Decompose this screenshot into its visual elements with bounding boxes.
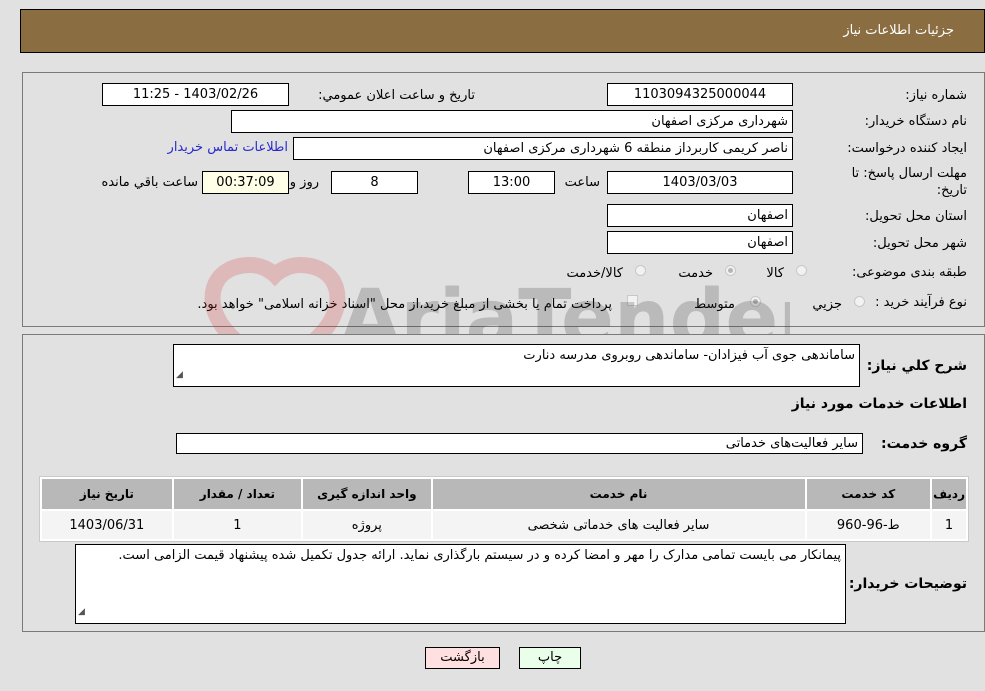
- category-radio-service[interactable]: [725, 265, 736, 276]
- remaining-time-label: ساعت باقي مانده: [101, 175, 198, 190]
- cell-service-name: ساير فعاليت های خدماتی شخصی: [432, 511, 805, 539]
- col-need-date: تاريخ نياز: [42, 479, 172, 509]
- cell-row-number: 1: [932, 511, 966, 539]
- deadline-time-field: 13:00: [468, 171, 555, 194]
- remaining-time-field: 00:37:09: [202, 171, 289, 194]
- category-option-goods: کالا: [766, 266, 784, 281]
- description-textarea[interactable]: ساماندهی جوی آب فیزادان- ساماندهی روبروی…: [173, 344, 860, 387]
- page-title: جزئیات اطلاعات نیاز: [843, 23, 954, 38]
- buyer-contact-link[interactable]: اطلاعات تماس خريدار: [168, 140, 288, 155]
- services-heading: اطلاعات خدمات مورد نياز: [791, 396, 967, 412]
- col-service-code: کد خدمت: [806, 479, 931, 509]
- deadline-time-label: ساعت: [564, 175, 600, 190]
- deadline-date-field: 1403/03/03: [607, 171, 793, 194]
- treasury-payment-note: پرداخت تمام يا بخشی از مبلغ خريد،از محل …: [197, 297, 612, 312]
- need-number-field: 1103094325000044: [607, 83, 793, 106]
- col-service-name: نام خدمت: [432, 479, 805, 509]
- table-row: 1 ط-96-960 ساير فعاليت های خدماتی شخصی پ…: [42, 511, 966, 539]
- page-header: جزئیات اطلاعات نیاز: [20, 9, 985, 53]
- category-radio-goods[interactable]: [796, 265, 807, 276]
- services-table: رديف کد خدمت نام خدمت واحد اندازه گيری ت…: [39, 476, 969, 542]
- province-field: اصفهان: [607, 204, 793, 227]
- cell-quantity: 1: [173, 511, 302, 539]
- deadline-label-line2: تاريخ:: [936, 183, 967, 198]
- cell-unit: پروژه: [303, 511, 431, 539]
- process-option-medium: متوسط: [694, 297, 735, 312]
- category-radio-goods-service[interactable]: [635, 265, 646, 276]
- buyer-notes-textarea[interactable]: پیمانکار می بایست تمامی مدارک را مهر و ا…: [75, 544, 846, 624]
- col-row-number: رديف: [932, 479, 966, 509]
- treasury-payment-checkbox[interactable]: [627, 295, 638, 306]
- services-table-header: رديف کد خدمت نام خدمت واحد اندازه گيری ت…: [42, 479, 966, 509]
- buyer-org-label: نام دستگاه خريدار:: [864, 114, 967, 129]
- buyer-notes-label: توضيحات خريدار:: [848, 576, 967, 592]
- service-group-field: ساير فعاليت‌هاى خدماتى: [176, 433, 863, 454]
- province-label: استان محل تحويل:: [865, 209, 967, 224]
- category-option-service: خدمت: [678, 266, 713, 281]
- city-field: اصفهان: [607, 231, 793, 254]
- description-text: ساماندهی جوی آب فیزادان- ساماندهی روبروی…: [523, 348, 855, 363]
- resize-grip-icon[interactable]: ◢: [176, 366, 183, 384]
- category-label: طبقه بندی موضوعی:: [851, 265, 967, 280]
- cell-need-date: 1403/06/31: [42, 511, 172, 539]
- creator-label: ايجاد کننده درخواست:: [847, 141, 967, 156]
- description-label: شرح کلي نياز:: [866, 358, 967, 374]
- process-label: نوع فرآيند خريد :: [875, 295, 967, 310]
- creator-field: ناصر کریمی کاربرداز منطقه 6 شهرداری مرکز…: [293, 137, 793, 160]
- service-group-label: گروه خدمت:: [881, 436, 967, 452]
- need-number-label: شماره نیاز:: [905, 88, 967, 103]
- deadline-label-line1: مهلت ارسال پاسخ: تا: [851, 166, 967, 181]
- process-radio-medium[interactable]: [750, 296, 761, 307]
- col-unit: واحد اندازه گيری: [303, 479, 431, 509]
- days-label: روز و: [289, 175, 319, 190]
- days-remaining-field: 8: [331, 171, 418, 194]
- process-radio-minor[interactable]: [854, 296, 865, 307]
- buyer-org-field: شهرداری مرکزی اصفهان: [231, 110, 793, 133]
- city-label: شهر محل تحويل:: [872, 236, 967, 251]
- buyer-notes-text: پیمانکار می بایست تمامی مدارک را مهر و ا…: [118, 548, 841, 563]
- print-button[interactable]: چاپ: [519, 647, 581, 669]
- resize-grip-icon[interactable]: ◢: [78, 603, 85, 621]
- process-option-minor: جزيي: [812, 297, 842, 312]
- announce-datetime-field: 1403/02/26 - 11:25: [102, 83, 289, 106]
- back-button[interactable]: بازگشت: [425, 647, 500, 669]
- category-option-goods-service: کالا/خدمت: [566, 266, 623, 281]
- cell-service-code: ط-96-960: [806, 511, 931, 539]
- announce-label: تاريخ و ساعت اعلان عمومي:: [318, 88, 475, 103]
- col-quantity: تعداد / مقدار: [173, 479, 302, 509]
